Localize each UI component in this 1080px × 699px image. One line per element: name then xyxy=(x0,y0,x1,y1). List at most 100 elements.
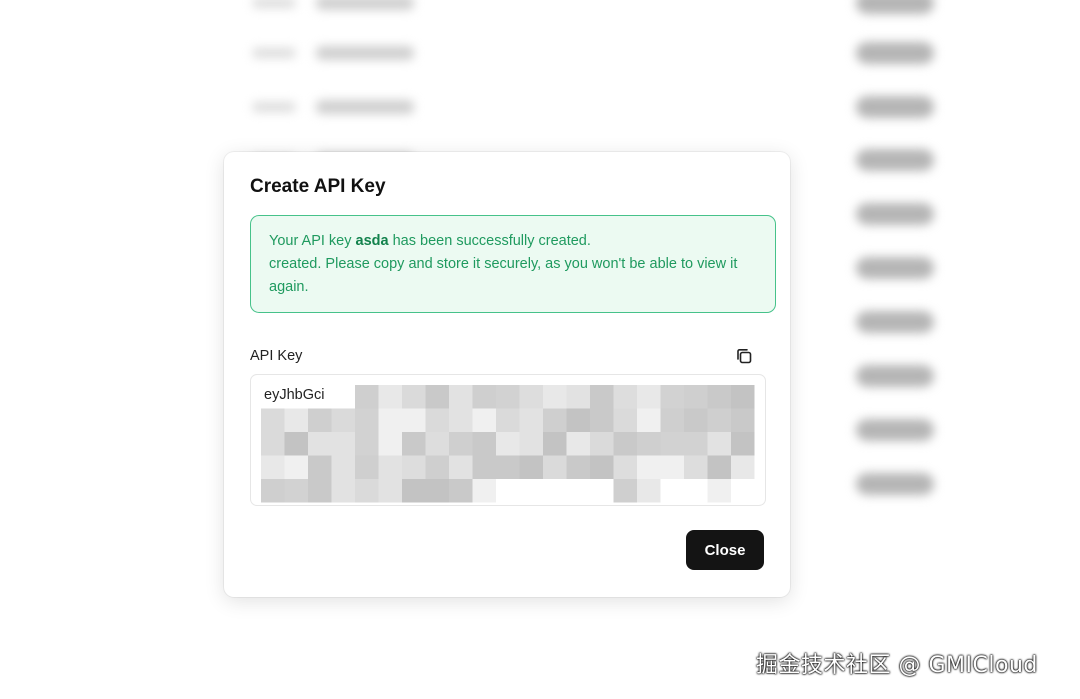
mosaic-cell xyxy=(472,479,496,503)
mosaic-cell xyxy=(684,455,708,479)
mosaic-cell xyxy=(613,479,637,503)
mosaic-cell xyxy=(378,479,402,503)
success-alert: Your API key asda has been successfully … xyxy=(250,215,776,313)
mosaic-cell xyxy=(378,432,402,456)
mosaic-cell xyxy=(731,385,755,409)
create-api-key-dialog: Create API Key Your API key asda has bee… xyxy=(224,152,790,597)
mosaic-cell xyxy=(660,455,684,479)
mosaic-cell xyxy=(425,385,449,409)
mosaic-cell xyxy=(308,455,332,479)
mosaic-cell xyxy=(707,408,731,432)
mosaic-cell xyxy=(731,432,755,456)
mosaic-cell xyxy=(543,455,567,479)
table-row xyxy=(0,96,1080,118)
api-key-name: asda xyxy=(355,233,389,249)
mosaic-cell xyxy=(637,408,661,432)
mosaic-cell xyxy=(308,408,332,432)
mosaic-cell xyxy=(543,408,567,432)
mosaic-cell xyxy=(637,455,661,479)
mosaic-cell xyxy=(660,385,684,409)
mosaic-cell xyxy=(355,432,379,456)
mosaic-cell xyxy=(472,455,496,479)
mosaic-cell xyxy=(449,455,473,479)
mosaic-cell xyxy=(284,479,308,503)
mosaic-cell xyxy=(425,408,449,432)
mosaic-cell xyxy=(425,479,449,503)
mosaic-cell xyxy=(613,408,637,432)
mosaic-cell xyxy=(472,432,496,456)
mosaic-cell xyxy=(496,408,520,432)
mosaic-cell xyxy=(284,432,308,456)
mosaic-cell xyxy=(378,385,402,409)
mosaic-cell xyxy=(637,385,661,409)
api-key-value-box[interactable]: eyJhbGci xyxy=(250,374,766,506)
mosaic-cell xyxy=(355,408,379,432)
mosaic-cell xyxy=(425,432,449,456)
table-row xyxy=(0,42,1080,64)
mosaic-cell xyxy=(378,408,402,432)
table-row xyxy=(0,0,1080,14)
mosaic-cell xyxy=(519,455,543,479)
mosaic-cell xyxy=(543,432,567,456)
mosaic-cell xyxy=(402,385,426,409)
mosaic-cell xyxy=(613,455,637,479)
mosaic-cell xyxy=(355,385,379,409)
mosaic-cell xyxy=(496,455,520,479)
mosaic-cell xyxy=(402,455,426,479)
watermark: 掘金技术社区 @ GMICloud xyxy=(756,653,1038,678)
api-key-value: eyJhbGci xyxy=(264,387,325,403)
mosaic-cell xyxy=(331,408,355,432)
mosaic-cell xyxy=(707,385,731,409)
mosaic-cell xyxy=(590,432,614,456)
mosaic-cell xyxy=(449,432,473,456)
mosaic-cell xyxy=(355,479,379,503)
mosaic-cell xyxy=(707,432,731,456)
mosaic-cell xyxy=(684,408,708,432)
close-button[interactable]: Close xyxy=(686,530,764,570)
mosaic-cell xyxy=(590,385,614,409)
mosaic-cell xyxy=(519,385,543,409)
mosaic-cell xyxy=(378,455,402,479)
mosaic-cell xyxy=(449,385,473,409)
dialog-title: Create API Key xyxy=(250,176,386,197)
mosaic-cell xyxy=(613,432,637,456)
mosaic-cell xyxy=(707,479,731,503)
mosaic-cell xyxy=(660,408,684,432)
mosaic-cell xyxy=(331,455,355,479)
mosaic-cell xyxy=(519,432,543,456)
copy-button[interactable] xyxy=(732,344,756,368)
api-key-label: API Key xyxy=(250,348,303,364)
mosaic-cell xyxy=(449,479,473,503)
mosaic-cell xyxy=(590,408,614,432)
mosaic-cell xyxy=(261,432,285,456)
mosaic-cell xyxy=(402,479,426,503)
mosaic-cell xyxy=(519,408,543,432)
redacted-key-mosaic xyxy=(261,385,755,503)
mosaic-cell xyxy=(613,385,637,409)
mosaic-cell xyxy=(308,432,332,456)
mosaic-cell xyxy=(543,385,567,409)
mosaic-cell xyxy=(566,432,590,456)
mosaic-cell xyxy=(637,479,661,503)
mosaic-cell xyxy=(566,385,590,409)
mosaic-cell xyxy=(284,455,308,479)
mosaic-cell xyxy=(731,408,755,432)
mosaic-cell xyxy=(261,455,285,479)
copy-icon xyxy=(737,349,752,364)
mosaic-cell xyxy=(331,432,355,456)
mosaic-cell xyxy=(590,455,614,479)
alert-prefix: Your API key xyxy=(269,233,356,249)
mosaic-cell xyxy=(472,385,496,409)
mosaic-cell xyxy=(402,432,426,456)
mosaic-cell xyxy=(355,455,379,479)
mosaic-cell xyxy=(731,455,755,479)
mosaic-cell xyxy=(261,479,285,503)
mosaic-cell xyxy=(284,408,308,432)
mosaic-cell xyxy=(707,455,731,479)
mosaic-cell xyxy=(684,385,708,409)
mosaic-cell xyxy=(425,455,449,479)
mosaic-cell xyxy=(308,479,332,503)
mosaic-cell xyxy=(496,432,520,456)
mosaic-cell xyxy=(496,385,520,409)
alert-headline: Your API key asda has been successfully … xyxy=(269,230,757,253)
